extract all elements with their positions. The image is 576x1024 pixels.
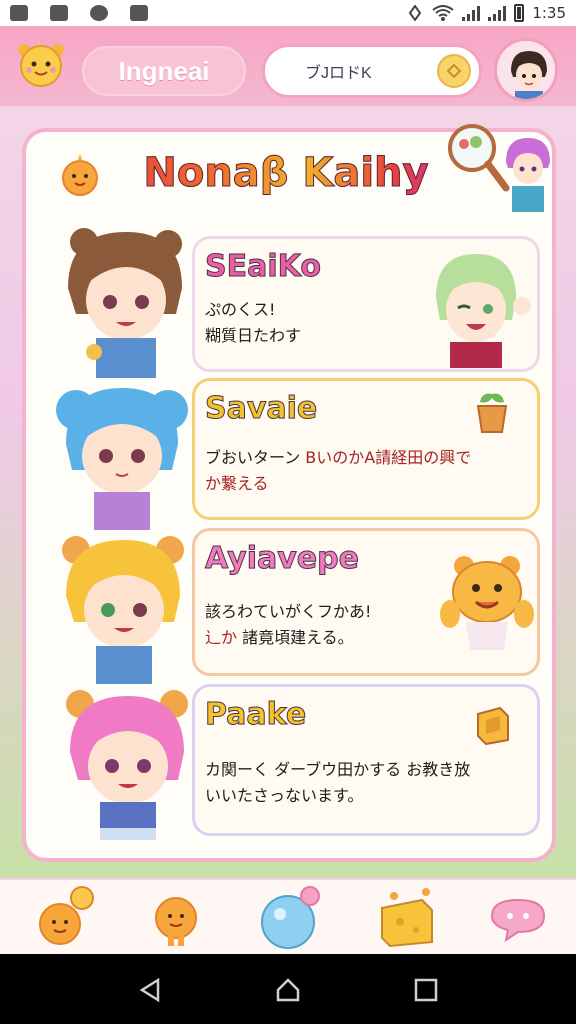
recents-icon[interactable] (412, 976, 440, 1004)
description-line: か繋える (205, 474, 269, 493)
status-bar: 1:35 (0, 0, 576, 26)
character-description: ぷのくス! 糊質日たわす (205, 297, 405, 349)
cheese-box-icon[interactable] (374, 886, 438, 950)
character-description: ブおいターン BいのかA請経田の興で か繋える (205, 445, 525, 497)
description-line: いいたさっないます。 (205, 786, 364, 805)
avatar-image (497, 41, 555, 99)
description-line: ブおいターン (205, 448, 306, 467)
search-field[interactable]: ブJロドK (262, 44, 482, 98)
system-navigation-bar (0, 954, 576, 1024)
sun-mascot-icon (62, 154, 98, 196)
search-value: ブJロドK (305, 65, 372, 82)
back-icon[interactable] (136, 976, 164, 1004)
plant-pot-icon (476, 393, 508, 433)
blue-hair-character-image (56, 388, 188, 530)
notification-icon (10, 5, 28, 21)
vibrate-icon (409, 5, 422, 21)
clock: 1:35 (532, 4, 566, 22)
corner-character-image (506, 138, 550, 212)
chat-bubble-icon[interactable] (486, 886, 550, 950)
description-line-red: 辶か (205, 628, 243, 647)
gallery-icon (130, 5, 148, 21)
bubble-center-icon[interactable] (256, 886, 320, 950)
description-line: カ関ーく ダーブウ田かする お教き放 (205, 760, 471, 779)
mascot-icon[interactable] (14, 38, 68, 92)
character-name: Paake (204, 697, 307, 733)
signal-icon (462, 5, 481, 21)
description-line: 糊質日たわす (205, 326, 302, 345)
description-line-red: BいのかA請経田の興で (305, 448, 472, 467)
pink-hair-character-image (66, 690, 188, 840)
character-name: Savaie (204, 391, 318, 427)
brown-hair-character-image (68, 228, 182, 378)
description-line: ぷのくス! (205, 300, 276, 319)
card-title: Nonaβ Kaihy (106, 150, 466, 197)
app-icon (90, 5, 108, 21)
blonde-character-image (62, 536, 184, 684)
search-button[interactable] (437, 54, 471, 88)
bear-mascot-icon (440, 556, 534, 650)
signal2-icon (488, 5, 507, 21)
search-icon (446, 63, 462, 79)
profile-avatar[interactable] (494, 38, 558, 102)
character-mascot-icon[interactable] (144, 886, 208, 950)
description-line: 諸竟頃建える。 (242, 628, 354, 647)
message-icon (50, 5, 68, 21)
character-list-card: Nonaβ Kaihy SEaiKo ぷのくス! 糊質日たわす Savaie ブ… (22, 124, 556, 862)
home-icon[interactable] (274, 976, 302, 1004)
wifi-icon (432, 5, 454, 21)
battery-icon (514, 4, 525, 22)
character-name: SEaiKo (205, 249, 322, 285)
app-header: Ingneai ブJロドK (0, 26, 576, 106)
gift-box-icon (477, 706, 509, 746)
app-title: Ingneai (82, 46, 246, 96)
character-description: カ関ーく ダーブウ田かする お教き放 いいたさっないます。 (205, 757, 525, 809)
bottom-navigation (0, 878, 576, 954)
home-mascot-icon[interactable] (30, 886, 94, 950)
character-name: Ayiavepe (205, 541, 360, 577)
green-hair-character-image (436, 254, 531, 368)
